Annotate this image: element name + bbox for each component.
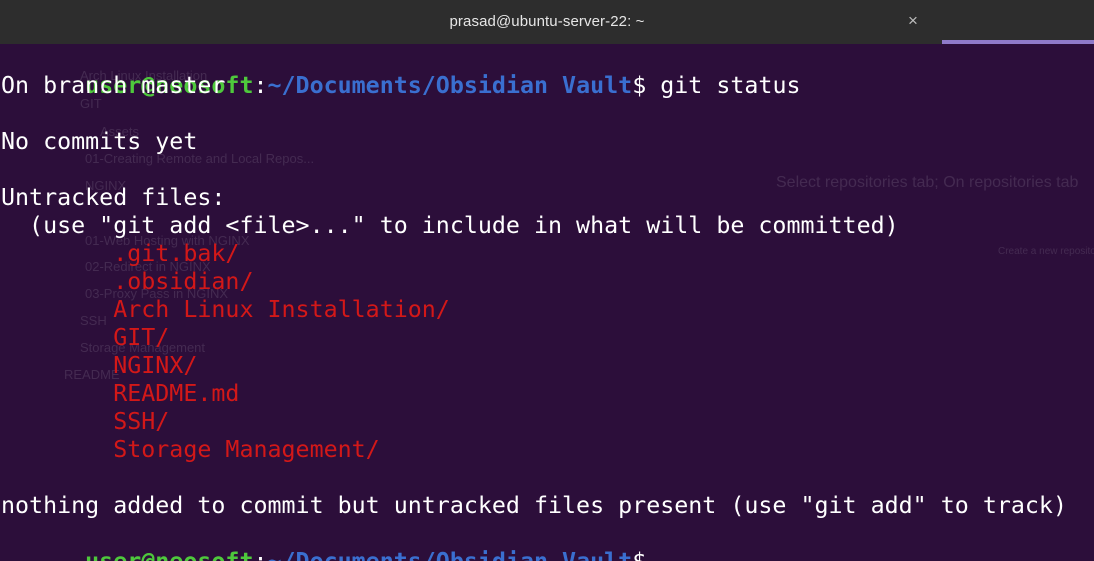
title-bar: prasad@ubuntu-server-22: ~ × — [0, 0, 1094, 44]
untracked-file: .obsidian/ — [1, 268, 254, 295]
prompt-path: ~/Documents/Obsidian Vault — [267, 72, 633, 99]
prompt-symbol: $ — [632, 548, 646, 561]
summary-line: nothing added to commit but untracked fi… — [1, 492, 1067, 519]
untracked-file: SSH/ — [1, 408, 170, 435]
prompt-separator: : — [253, 548, 267, 561]
terminal-window: Arch Linux Installation GIT Assets 01-Cr… — [0, 0, 1094, 561]
prompt-symbol: $ — [632, 72, 647, 99]
untracked-file: GIT/ — [1, 324, 170, 351]
hint-line: (use "git add <file>..." to include in w… — [1, 212, 899, 239]
branch-line: On branch master — [1, 72, 226, 99]
prompt-path: ~/Documents/Obsidian Vault — [268, 548, 633, 561]
prompt-separator: : — [253, 72, 268, 99]
prompt-line: user@neosoft:~/Documents/Obsidian Vault$ — [1, 520, 646, 561]
untracked-file: Arch Linux Installation/ — [1, 296, 450, 323]
prompt-line: user@neosoft:~/Documents/Obsidian Vault$… — [1, 44, 800, 99]
untracked-file: NGINX/ — [1, 352, 198, 379]
no-commits-line: No commits yet — [1, 128, 198, 155]
close-icon[interactable]: × — [902, 9, 924, 33]
prompt-user-host: user@neosoft — [85, 548, 253, 561]
untracked-file: .git.bak/ — [1, 240, 240, 267]
untracked-file: README.md — [1, 380, 240, 407]
window-title: prasad@ubuntu-server-22: ~ — [449, 13, 645, 30]
untracked-header: Untracked files: — [1, 184, 226, 211]
terminal-output[interactable]: user@neosoft:~/Documents/Obsidian Vault$… — [0, 44, 1094, 561]
command-text: git status — [646, 72, 801, 99]
untracked-file: Storage Management/ — [1, 436, 380, 463]
